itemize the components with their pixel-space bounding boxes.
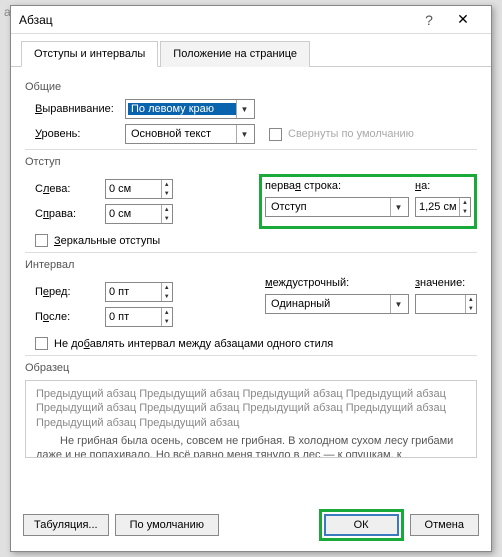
indent-right-label: Справа: [35, 208, 105, 220]
alignment-value: По левому краю [128, 103, 236, 115]
indent-left-spinner[interactable]: ▲▼ [105, 179, 173, 199]
indent-right-spinner[interactable]: ▲▼ [105, 204, 173, 224]
chevron-down-icon: ▼ [236, 125, 252, 143]
first-line-label: первая строка: [265, 180, 415, 192]
indent-by-spinner[interactable]: ▲▼ [415, 197, 471, 217]
no-space-same-style-label: Не добавлять интервал между абзацами одн… [54, 338, 333, 350]
indent-by-label: на: [415, 180, 471, 192]
tab-label: Положение на странице [173, 48, 297, 60]
mirror-indents-label: Зеркальные отступы [54, 235, 160, 247]
outline-level-value: Основной текст [128, 128, 236, 140]
tab-label: Отступы и интервалы [34, 48, 145, 60]
mirror-indents-checkbox[interactable] [35, 234, 48, 247]
no-space-same-style-checkbox[interactable] [35, 337, 48, 350]
spinner-buttons[interactable]: ▲▼ [465, 295, 476, 313]
line-spacing-label: междустрочный: [265, 277, 415, 289]
section-spacing: Интервал [25, 259, 477, 271]
preview-box: Предыдущий абзац Предыдущий абзац Предыд… [25, 380, 477, 458]
indent-left-label: Слева: [35, 183, 105, 195]
spacing-after-label: После: [35, 311, 105, 323]
close-icon[interactable]: ✕ [443, 11, 483, 28]
spacing-at-spinner[interactable]: ▲▼ [415, 294, 477, 314]
spinner-buttons[interactable]: ▲▼ [161, 308, 173, 326]
first-line-value: Отступ [268, 201, 390, 213]
alignment-label: ВВыравнивание:ыравнивание: [35, 103, 125, 115]
help-icon[interactable]: ? [415, 12, 443, 28]
dialog-footer: Табуляция... По умолчанию ОК Отмена [11, 501, 491, 551]
collapse-checkbox [269, 128, 282, 141]
cancel-button[interactable]: Отмена [410, 514, 479, 536]
ok-button[interactable]: ОК [324, 514, 399, 536]
spacing-after-input[interactable] [106, 308, 161, 326]
section-general: Общие [25, 81, 477, 93]
first-line-combo[interactable]: Отступ ▼ [265, 197, 409, 217]
spinner-buttons[interactable]: ▲▼ [161, 205, 173, 223]
tabs-button[interactable]: Табуляция... [23, 514, 109, 536]
button-label: Отмена [425, 519, 464, 531]
tab-line-page-breaks[interactable]: Положение на странице [160, 41, 310, 67]
section-preview: Образец [25, 362, 477, 374]
line-spacing-value: Одинарный [268, 298, 390, 310]
button-label: ОК [354, 519, 369, 531]
indent-right-input[interactable] [106, 205, 161, 223]
spacing-before-spinner[interactable]: ▲▼ [105, 282, 173, 302]
highlight-first-line: первая строка: на: Отступ ▼ ▲▼ [259, 174, 477, 229]
spinner-buttons[interactable]: ▲▼ [459, 198, 470, 216]
dialog-content: Общие ВВыравнивание:ыравнивание: По лево… [11, 67, 491, 501]
button-label: Табуляция... [34, 519, 98, 531]
indent-by-input[interactable] [416, 198, 459, 216]
outline-level-combo[interactable]: Основной текст ▼ [125, 124, 255, 144]
preview-previous: Предыдущий абзац Предыдущий абзац Предыд… [36, 387, 466, 430]
spacing-at-input[interactable] [416, 295, 465, 313]
highlight-ok: ОК [319, 509, 404, 541]
dialog-title: Абзац [19, 13, 415, 27]
chevron-down-icon: ▼ [390, 295, 406, 313]
spacing-before-label: Перед: [35, 286, 105, 298]
set-default-button[interactable]: По умолчанию [115, 514, 219, 536]
preview-sample: Не грибная была осень, совсем не грибная… [36, 434, 466, 458]
spinner-buttons[interactable]: ▲▼ [161, 283, 173, 301]
chevron-down-icon: ▼ [236, 100, 252, 118]
spinner-buttons[interactable]: ▲▼ [161, 180, 173, 198]
outline-level-label: Уровень: [35, 128, 125, 140]
button-label: По умолчанию [130, 519, 204, 531]
line-spacing-combo[interactable]: Одинарный ▼ [265, 294, 409, 314]
alignment-combo[interactable]: По левому краю ▼ [125, 99, 255, 119]
collapse-label: Свернуты по умолчанию [288, 128, 414, 140]
spacing-at-label: значение: [415, 277, 477, 289]
tab-strip: Отступы и интервалы Положение на страниц… [11, 34, 491, 67]
paragraph-dialog: Абзац ? ✕ Отступы и интервалы Положение … [10, 5, 492, 552]
titlebar: Абзац ? ✕ [11, 6, 491, 34]
tab-indents-spacing[interactable]: Отступы и интервалы [21, 41, 158, 67]
chevron-down-icon: ▼ [390, 198, 406, 216]
spacing-before-input[interactable] [106, 283, 161, 301]
section-indent: Отступ [25, 156, 477, 168]
indent-left-input[interactable] [106, 180, 161, 198]
spacing-after-spinner[interactable]: ▲▼ [105, 307, 173, 327]
